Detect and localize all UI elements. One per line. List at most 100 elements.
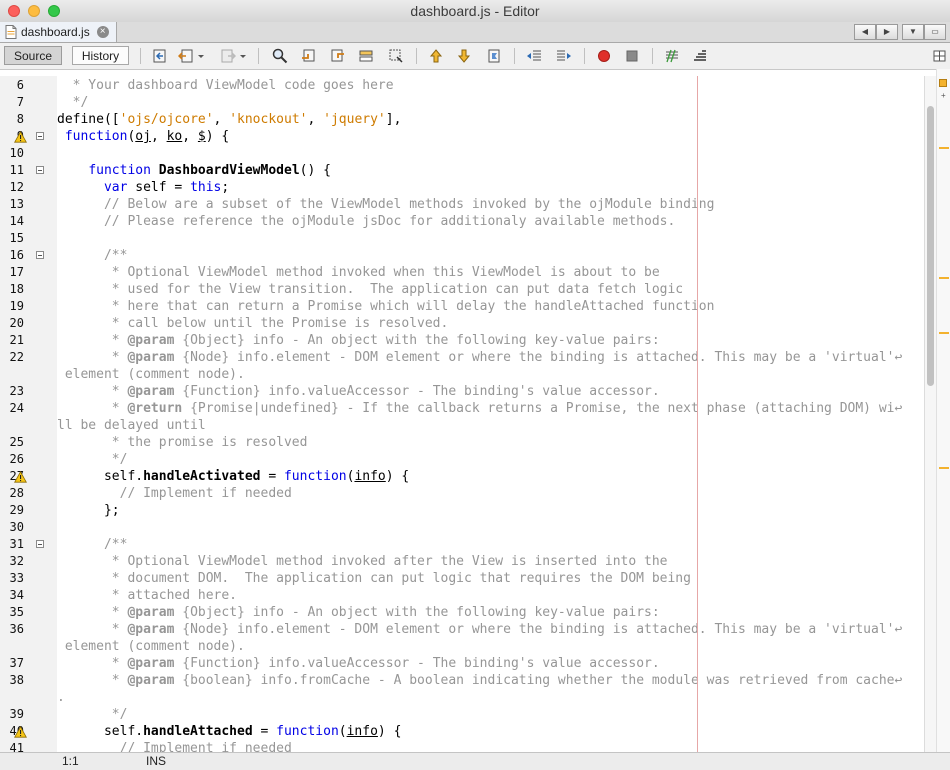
fold-toggle-icon[interactable] bbox=[36, 132, 44, 140]
code-line[interactable]: 19 * here that can return a Promise whic… bbox=[0, 298, 924, 315]
code-line[interactable]: . bbox=[0, 689, 924, 706]
code-line[interactable]: 31 /** bbox=[0, 536, 924, 553]
code-line[interactable]: 23 * @param {Function} info.valueAccesso… bbox=[0, 383, 924, 400]
code-token: function bbox=[276, 724, 339, 739]
code-line[interactable]: ll be delayed until bbox=[0, 417, 924, 434]
toggle-bookmark-icon[interactable] bbox=[486, 48, 502, 64]
error-stripe[interactable]: + bbox=[936, 69, 950, 752]
source-view-button[interactable]: Source bbox=[4, 46, 62, 65]
code-line[interactable]: 22 * @param {Node} info.element - DOM el… bbox=[0, 349, 924, 366]
toggle-highlight-search-icon[interactable] bbox=[358, 48, 374, 64]
scrollbar-thumb[interactable] bbox=[927, 106, 934, 386]
code-line[interactable]: 34 * attached here. bbox=[0, 587, 924, 604]
next-bookmark-icon[interactable] bbox=[456, 48, 472, 64]
code-token: {Object} info - An object with the follo… bbox=[174, 605, 660, 620]
code-token: * bbox=[57, 673, 128, 688]
line-gutter: 15 bbox=[0, 230, 57, 247]
code-text: * @param {Node} info.element - DOM eleme… bbox=[57, 621, 903, 638]
toggle-comment-icon[interactable] bbox=[664, 48, 680, 64]
code-line[interactable]: 17 * Optional ViewModel method invoked w… bbox=[0, 264, 924, 281]
code-token: // Implement if needed bbox=[57, 486, 292, 501]
warning-summary-icon[interactable] bbox=[939, 79, 947, 87]
warning-mark[interactable] bbox=[939, 147, 949, 149]
uncomment-icon[interactable] bbox=[692, 48, 708, 64]
find-selection-icon[interactable] bbox=[272, 48, 288, 64]
code-line[interactable]: 24 * @return {Promise|undefined} - If th… bbox=[0, 400, 924, 417]
maximize-editor-icon[interactable]: ▭ bbox=[924, 24, 946, 40]
stop-macro-recording-icon[interactable] bbox=[624, 48, 640, 64]
code-text: * @param {Function} info.valueAccessor -… bbox=[57, 383, 660, 400]
warning-icon[interactable] bbox=[14, 470, 27, 483]
code-token: /** bbox=[57, 248, 128, 263]
find-previous-icon[interactable] bbox=[300, 48, 316, 64]
code-line[interactable]: 38 * @param {boolean} info.fromCache - A… bbox=[0, 672, 924, 689]
code-text: * used for the View transition. The appl… bbox=[57, 281, 683, 298]
code-line[interactable]: 18 * used for the View transition. The a… bbox=[0, 281, 924, 298]
forward-dropdown-icon[interactable] bbox=[238, 48, 248, 64]
line-gutter: 33 bbox=[0, 570, 57, 587]
warning-mark[interactable] bbox=[939, 467, 949, 469]
code-line[interactable]: 29 }; bbox=[0, 502, 924, 519]
start-macro-recording-icon[interactable] bbox=[596, 48, 612, 64]
code-line[interactable]: 26 */ bbox=[0, 451, 924, 468]
code-line[interactable]: element (comment node). bbox=[0, 366, 924, 383]
last-edit-icon[interactable] bbox=[152, 48, 168, 64]
warning-icon[interactable] bbox=[14, 130, 27, 143]
toggle-rectangular-selection-icon[interactable] bbox=[388, 48, 404, 64]
code-line[interactable]: 15 bbox=[0, 230, 924, 247]
insert-mode-indicator[interactable]: INS bbox=[146, 754, 166, 768]
code-token: */ bbox=[57, 95, 89, 110]
split-editor-icon[interactable] bbox=[932, 48, 948, 64]
fold-toggle-icon[interactable] bbox=[36, 540, 44, 548]
code-line[interactable]: 6 * Your dashboard ViewModel code goes h… bbox=[0, 77, 924, 94]
code-line[interactable]: 30 bbox=[0, 519, 924, 536]
code-line[interactable]: 21 * @param {Object} info - An object wi… bbox=[0, 332, 924, 349]
code-line[interactable]: 27 self.handleActivated = function(info)… bbox=[0, 468, 924, 485]
shift-line-left-icon[interactable] bbox=[526, 48, 542, 64]
code-line[interactable]: 13 // Below are a subset of the ViewMode… bbox=[0, 196, 924, 213]
back-icon[interactable] bbox=[177, 48, 194, 64]
code-line[interactable]: 14 // Please reference the ojModule jsDo… bbox=[0, 213, 924, 230]
code-line[interactable]: 35 * @param {Object} info - An object wi… bbox=[0, 604, 924, 621]
show-opened-documents-icon[interactable]: ▼ bbox=[902, 24, 924, 40]
code-line[interactable]: 37 * @param {Function} info.valueAccesso… bbox=[0, 655, 924, 672]
code-line[interactable]: 28 // Implement if needed bbox=[0, 485, 924, 502]
line-number: 12 bbox=[9, 180, 24, 194]
code-line[interactable]: 12 var self = this; bbox=[0, 179, 924, 196]
code-line[interactable]: 33 * document DOM. The application can p… bbox=[0, 570, 924, 587]
code-editor[interactable]: 6 * Your dashboard ViewModel code goes h… bbox=[0, 76, 924, 752]
window-title: dashboard.js - Editor bbox=[410, 3, 540, 19]
warning-mark[interactable] bbox=[939, 277, 949, 279]
fold-toggle-icon[interactable] bbox=[36, 166, 44, 174]
code-line[interactable]: element (comment node). bbox=[0, 638, 924, 655]
code-line[interactable]: 40 self.handleAttached = function(info) … bbox=[0, 723, 924, 740]
scroll-tabs-right-icon[interactable]: ▶ bbox=[876, 24, 898, 40]
back-dropdown-icon[interactable] bbox=[196, 48, 206, 64]
code-line[interactable]: 8 define(['ojs/ojcore', 'knockout', 'jque… bbox=[0, 111, 924, 128]
code-line[interactable]: 7 */ bbox=[0, 94, 924, 111]
code-line[interactable]: 39 */ bbox=[0, 706, 924, 723]
previous-bookmark-icon[interactable] bbox=[428, 48, 444, 64]
forward-icon[interactable] bbox=[220, 48, 237, 64]
find-next-icon[interactable] bbox=[330, 48, 346, 64]
code-line[interactable]: 10 bbox=[0, 145, 924, 162]
shift-line-right-icon[interactable] bbox=[556, 48, 572, 64]
close-tab-icon[interactable]: × bbox=[96, 26, 109, 38]
line-gutter: 23 bbox=[0, 383, 57, 400]
editor-toolbar: Source History bbox=[0, 43, 950, 70]
code-line[interactable]: 41 // Implement if needed bbox=[0, 740, 924, 752]
code-line[interactable]: 20 * call below until the Promise is res… bbox=[0, 315, 924, 332]
code-line[interactable]: 36 * @param {Node} info.element - DOM el… bbox=[0, 621, 924, 638]
fold-toggle-icon[interactable] bbox=[36, 251, 44, 259]
tab-dashboard-js[interactable]: dashboard.js × bbox=[0, 22, 117, 42]
code-line[interactable]: 11 function DashboardViewModel() { bbox=[0, 162, 924, 179]
line-gutter: 32 bbox=[0, 553, 57, 570]
scroll-tabs-left-icon[interactable]: ◀ bbox=[854, 24, 876, 40]
code-line[interactable]: 32 * Optional ViewModel method invoked a… bbox=[0, 553, 924, 570]
code-line[interactable]: 25 * the promise is resolved bbox=[0, 434, 924, 451]
code-line[interactable]: 16 /** bbox=[0, 247, 924, 264]
history-view-button[interactable]: History bbox=[72, 46, 129, 65]
code-line[interactable]: 9 function(oj, ko, $) { bbox=[0, 128, 924, 145]
warning-icon[interactable] bbox=[14, 725, 27, 738]
warning-mark[interactable] bbox=[939, 332, 949, 334]
